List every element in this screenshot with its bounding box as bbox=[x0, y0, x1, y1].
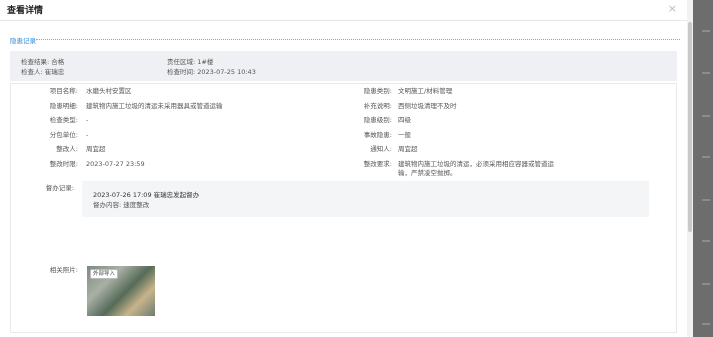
summary-area: 责任区域: 1#楼 bbox=[167, 58, 214, 66]
field-row: 整改时限: 2023-07-27 23:59 bbox=[0, 160, 340, 170]
field-label: 项目名称: bbox=[49, 87, 78, 95]
dialog-title: 查看详情 bbox=[7, 6, 44, 16]
field-label: 隐患类别: bbox=[363, 87, 392, 95]
section-title: 隐患记录 bbox=[10, 37, 36, 45]
field-value: - bbox=[86, 116, 89, 124]
field-value-continued: 输，严禁凌空抛掷。 bbox=[398, 169, 457, 177]
dialog-header: 查看详情 × bbox=[0, 0, 687, 21]
field-row: 整改人: 周宜超 bbox=[0, 145, 340, 155]
backdrop-mark bbox=[702, 199, 710, 201]
field-value: 四级 bbox=[398, 116, 411, 124]
backdrop-mark bbox=[702, 283, 710, 285]
backdrop-mark bbox=[702, 30, 710, 32]
field-label: 通知人: bbox=[370, 145, 392, 153]
field-value: 周宜超 bbox=[398, 145, 418, 153]
hazard-photo[interactable]: 外部导入 bbox=[87, 266, 155, 316]
backdrop-mark bbox=[702, 240, 710, 242]
field-label: 整改要求: bbox=[363, 160, 392, 168]
field-row: 项目名称: 水磨头村安置区 bbox=[0, 87, 340, 97]
field-label: 整改时限: bbox=[49, 160, 78, 168]
field-row: 检查类型: - bbox=[0, 116, 340, 126]
backdrop-mark bbox=[702, 323, 710, 325]
field-value: 建筑物内施工垃圾的清运未采用器具或管道运输 bbox=[86, 102, 223, 110]
field-value: - bbox=[86, 131, 89, 139]
supervise-record: 2023-07-26 17:09 崔瑞忠发起督办 督办内容: 速度整改 bbox=[82, 181, 649, 217]
backdrop-mark bbox=[702, 72, 710, 74]
field-label: 隐患明细: bbox=[49, 102, 78, 110]
close-icon[interactable]: × bbox=[668, 2, 677, 15]
field-value: 水磨头村安置区 bbox=[86, 87, 132, 95]
field-row: 通知人: 周宜超 bbox=[340, 145, 680, 155]
overlay-backdrop bbox=[693, 0, 713, 337]
summary-panel: 检查结果: 合格 检查人: 崔瑞忠 责任区域: 1#楼 检查时间: 2023-0… bbox=[10, 51, 677, 81]
field-row: 补充说明: 西侧垃圾清理不及时 bbox=[340, 102, 680, 112]
field-value: 西侧垃圾清理不及时 bbox=[398, 102, 457, 110]
field-label: 分包单位: bbox=[49, 131, 78, 139]
field-row: 隐患类别: 文明施工/材料管理 bbox=[340, 87, 680, 97]
import-tag: 外部导入 bbox=[90, 269, 119, 279]
field-row: 整改要求: 建筑物内施工垃圾的清运，必须采用相应容器或管道运 输，严禁凌空抛掷。 bbox=[340, 160, 680, 180]
field-row: 隐患明细: 建筑物内施工垃圾的清运未采用器具或管道运输 bbox=[0, 102, 340, 112]
field-label: 隐患级别: bbox=[363, 116, 392, 124]
summary-time: 检查时间: 2023-07-25 10:43 bbox=[167, 68, 256, 76]
supervise-content: 督办内容: 速度整改 bbox=[93, 201, 150, 209]
field-label: 整改人: bbox=[56, 145, 78, 153]
summary-result: 检查结果: 合格 bbox=[21, 58, 65, 66]
backdrop-mark bbox=[702, 156, 710, 158]
section-divider bbox=[36, 39, 680, 40]
photos-label: 相关照片: bbox=[49, 266, 78, 274]
field-value: 周宜超 bbox=[86, 145, 106, 153]
field-row: 事故隐患: 一般 bbox=[340, 131, 680, 141]
field-label: 检查类型: bbox=[49, 116, 78, 124]
summary-inspector: 检查人: 崔瑞忠 bbox=[21, 68, 65, 76]
backdrop-mark bbox=[702, 115, 710, 117]
field-value: 建筑物内施工垃圾的清运，必须采用相应容器或管道运 bbox=[398, 160, 554, 168]
field-row: 隐患级别: 四级 bbox=[340, 116, 680, 126]
field-value: 一般 bbox=[398, 131, 411, 139]
supervise-label: 督办记录: bbox=[45, 184, 74, 192]
field-row: 分包单位: - bbox=[0, 131, 340, 141]
detail-dialog: 查看详情 × 隐患记录 检查结果: 合格 检查人: 崔瑞忠 责任区域: 1#楼 … bbox=[0, 0, 687, 337]
scrollbar-thumb[interactable] bbox=[688, 22, 692, 232]
field-value: 2023-07-27 23:59 bbox=[86, 160, 145, 168]
field-label: 补充说明: bbox=[363, 102, 392, 110]
field-label: 事故隐患: bbox=[363, 131, 392, 139]
field-value: 文明施工/材料管理 bbox=[398, 87, 453, 95]
supervise-line: 2023-07-26 17:09 崔瑞忠发起督办 bbox=[93, 191, 200, 199]
